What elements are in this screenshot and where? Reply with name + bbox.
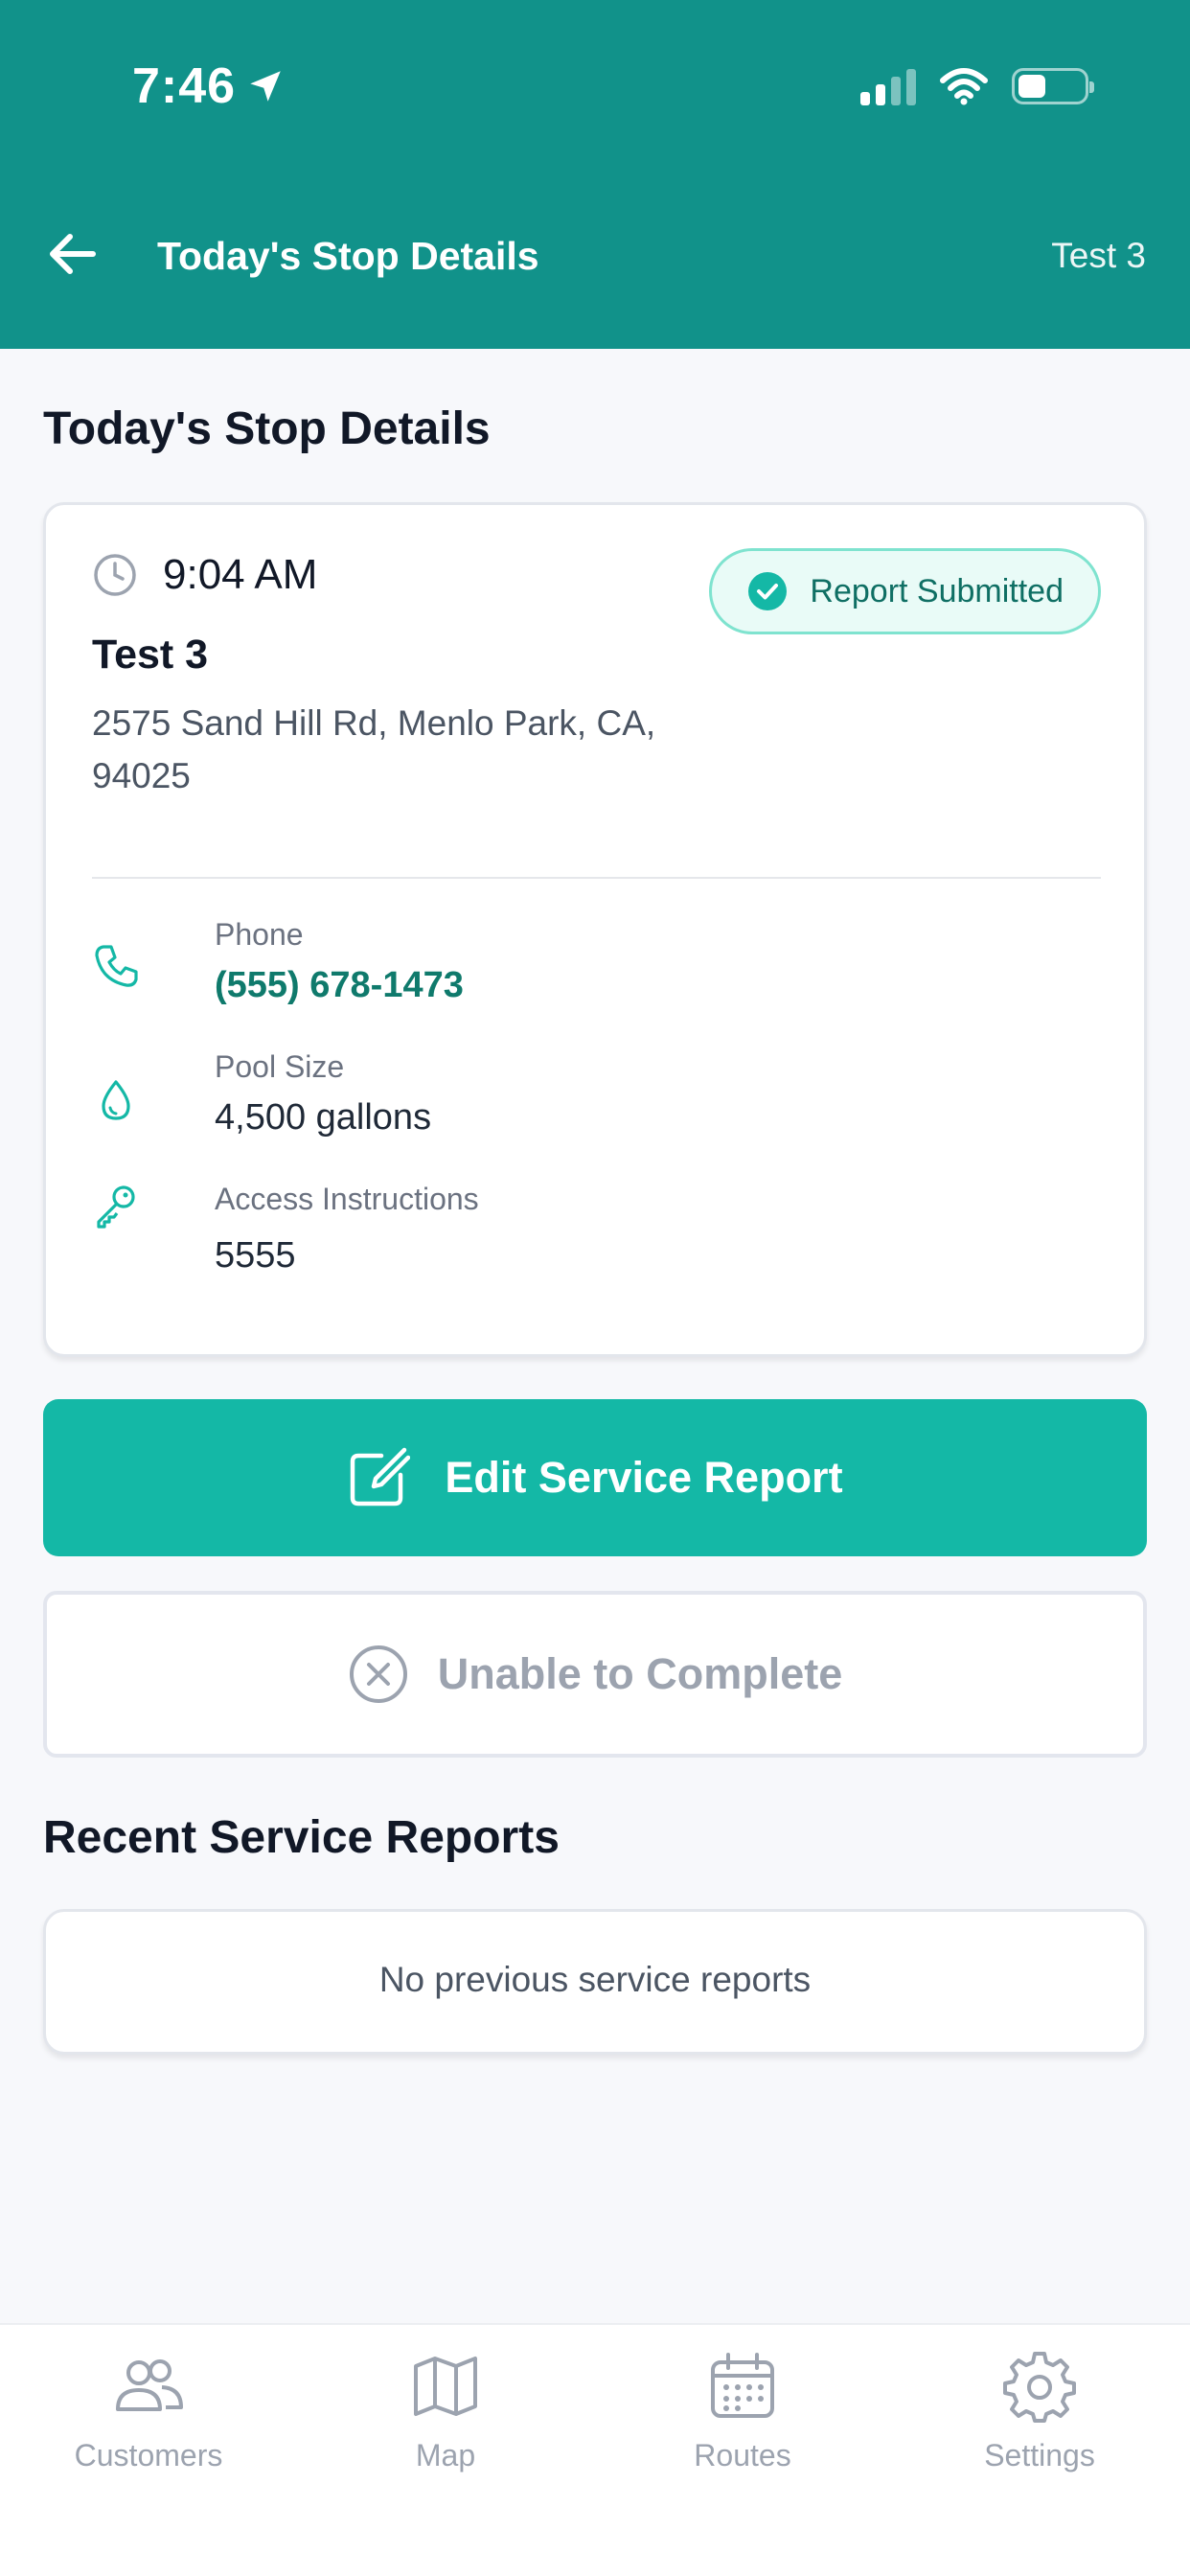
stop-time: 9:04 AM xyxy=(163,551,318,598)
x-circle-icon xyxy=(349,1645,407,1703)
cellular-signal-icon xyxy=(860,67,916,105)
unable-to-complete-button[interactable]: Unable to Complete xyxy=(43,1591,1147,1758)
access-instructions-label: Access Instructions xyxy=(215,1182,479,1216)
status-bar-time: 7:46 xyxy=(132,58,286,115)
section-title-stop-details: Today's Stop Details xyxy=(43,403,491,454)
tab-customers-label: Customers xyxy=(74,2438,223,2472)
customer-address: 2575 Sand Hill Rd, Menlo Park, CA, 94025 xyxy=(92,703,656,795)
nav-customer-label: Test 3 xyxy=(1051,236,1146,275)
bottom-tab-bar: Customers Map Routes Settings xyxy=(0,2323,1190,2576)
app-header: 7:46 Today's Stop Details Test 3 xyxy=(0,0,1190,349)
check-circle-icon xyxy=(748,572,788,610)
clock-icon xyxy=(94,554,136,596)
nav-bar: Today's Stop Details Test 3 xyxy=(0,220,1190,288)
pool-size-label: Pool Size xyxy=(215,1049,345,1084)
tab-map[interactable]: Map xyxy=(297,2348,594,2473)
status-bar-indicators xyxy=(860,67,1094,105)
phone-row[interactable]: Phone (555) 678-1473 xyxy=(92,917,1101,1013)
status-time-text: 7:46 xyxy=(132,58,237,114)
pool-size-value: 4,500 gallons xyxy=(215,1097,432,1138)
empty-reports-text: No previous service reports xyxy=(378,1960,812,1999)
stop-details-card: 9:04 AM Report Submitted Test 3 2575 San… xyxy=(43,502,1147,1357)
map-icon xyxy=(407,2348,484,2425)
location-arrow-icon xyxy=(250,71,281,102)
customer-name: Test 3 xyxy=(92,632,209,678)
nav-title: Today's Stop Details xyxy=(157,234,539,278)
gear-icon xyxy=(1001,2348,1078,2425)
phone-label: Phone xyxy=(215,917,304,952)
water-drop-icon xyxy=(102,1080,130,1120)
section-title-recent-reports: Recent Service Reports xyxy=(43,1812,560,1863)
edit-service-report-button[interactable]: Edit Service Report xyxy=(43,1399,1147,1556)
users-icon xyxy=(110,2348,187,2425)
key-icon xyxy=(97,1185,135,1229)
divider xyxy=(92,877,1101,879)
pool-size-row: Pool Size 4,500 gallons xyxy=(92,1049,1101,1145)
tab-map-label: Map xyxy=(415,2438,476,2472)
status-badge: Report Submitted xyxy=(709,548,1101,634)
tab-routes[interactable]: Routes xyxy=(594,2348,891,2473)
recent-reports-card: No previous service reports xyxy=(43,1909,1147,2055)
edit-icon xyxy=(351,1447,411,1506)
edit-service-report-label: Edit Service Report xyxy=(445,1453,843,1502)
unable-to-complete-label: Unable to Complete xyxy=(437,1649,843,1698)
phone-icon xyxy=(95,945,138,987)
tab-settings-label: Settings xyxy=(984,2438,1095,2472)
access-instructions-value: 5555 xyxy=(215,1235,296,1276)
phone-link[interactable]: (555) 678-1473 xyxy=(215,965,464,1006)
tab-customers[interactable]: Customers xyxy=(0,2348,297,2473)
calendar-icon xyxy=(704,2348,781,2425)
stop-time-row: 9:04 AM xyxy=(92,551,317,599)
back-button[interactable] xyxy=(46,230,100,278)
tab-settings[interactable]: Settings xyxy=(891,2348,1188,2473)
access-instructions-row: Access Instructions 5555 xyxy=(92,1182,1101,1287)
battery-icon xyxy=(1012,68,1094,104)
tab-routes-label: Routes xyxy=(694,2438,791,2472)
wifi-icon xyxy=(940,68,988,105)
status-badge-label: Report Submitted xyxy=(810,572,1064,610)
arrow-left-icon xyxy=(50,234,96,274)
